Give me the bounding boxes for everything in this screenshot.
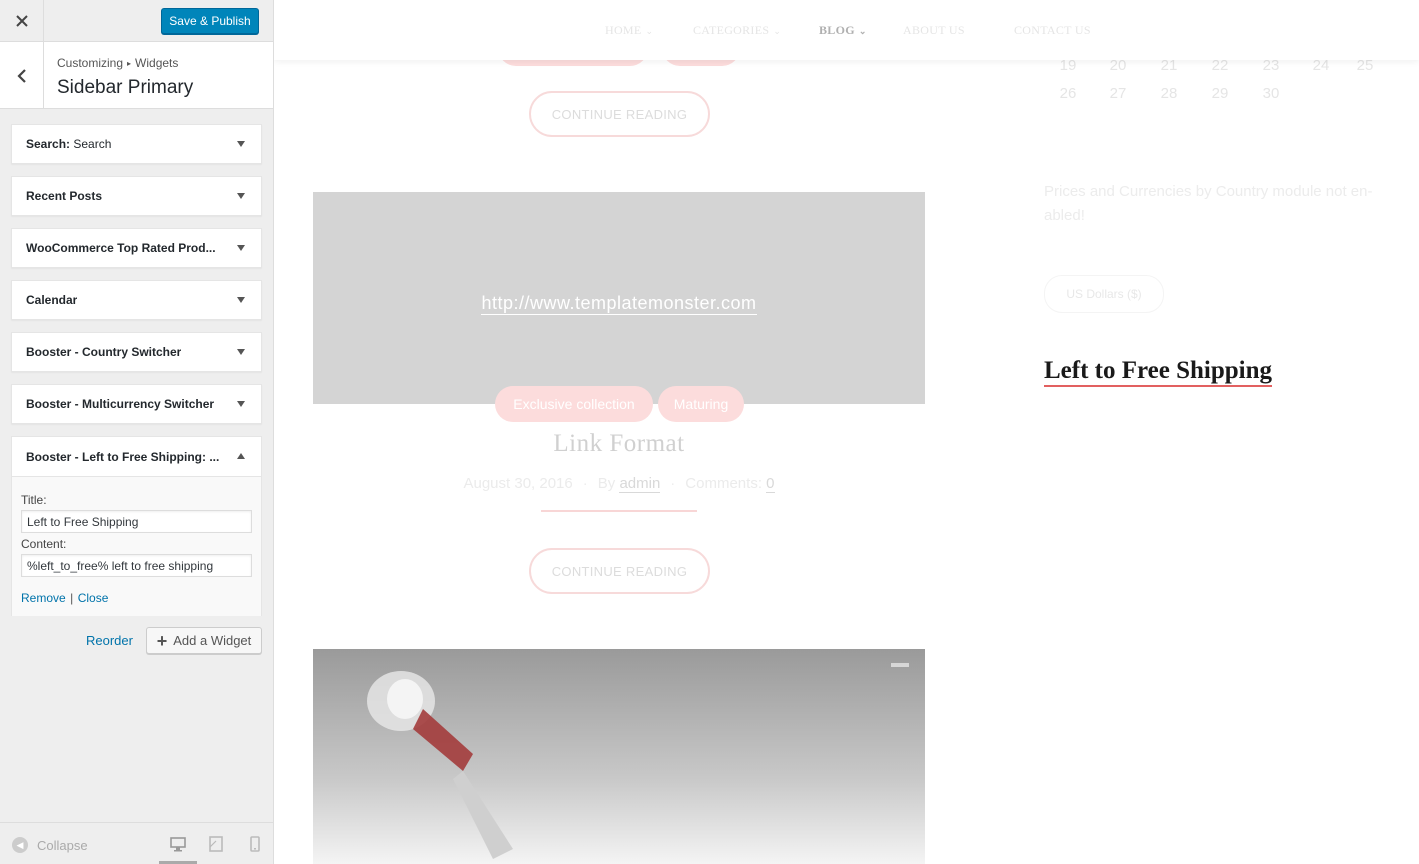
calendar-day[interactable]: 27 (1103, 85, 1133, 102)
plus-icon: + (156, 630, 168, 651)
content-field[interactable] (21, 554, 252, 577)
save-publish-button[interactable]: Save & Publish (161, 8, 259, 34)
link-post-banner: http://www.templatemonster.com (313, 192, 925, 404)
widget-calendar[interactable]: Calendar (11, 280, 262, 320)
collapse-arrow-icon: ◀ (12, 837, 28, 853)
post-meta: August 30, 2016 · By admin · Comments: 0 (463, 475, 775, 493)
post-by: By (597, 475, 616, 492)
customizer-topbar: Save & Publish (0, 0, 273, 42)
back-button[interactable] (0, 42, 44, 109)
arrow-down-icon (237, 297, 245, 303)
mobile-icon[interactable] (246, 835, 264, 853)
link-separator: | (70, 591, 74, 605)
site-preview: HOME ⌄ CATEGORIES ⌄ BLOG ⌄ ABOUT US CONTACT… (274, 0, 1419, 864)
breadcrumb: Customizing ▸ Widgets (57, 56, 178, 70)
remove-link[interactable]: Remove (21, 591, 66, 605)
continue-reading-button[interactable]: CONTINUE READING (529, 548, 710, 594)
arrow-down-icon (237, 349, 245, 355)
close-customizer-button[interactable] (0, 0, 44, 42)
chevron-down-icon: ⌄ (645, 26, 654, 36)
close-icon (15, 15, 28, 27)
arrow-down-icon (237, 401, 245, 407)
currency-select[interactable]: US Dollars ($) (1044, 275, 1164, 313)
title-field-label: Title: (21, 493, 47, 507)
nav-contact-us[interactable]: CONTACT US (1014, 23, 1091, 38)
tag-maturing[interactable]: Maturing (658, 386, 744, 422)
arrow-down-icon (237, 245, 245, 251)
widget-recent-posts[interactable]: Recent Posts (11, 176, 262, 216)
breadcrumb-section: Widgets (135, 56, 179, 70)
widget-left-to-free-shipping: Booster - Left to Free Shipping: ... Tit… (11, 436, 262, 616)
widget-header[interactable]: Booster - Left to Free Shipping: ... (12, 437, 261, 477)
link-url: http://www.templatemonster.com (481, 293, 757, 315)
panel-header: Customizing ▸ Widgets Sidebar Primary (0, 42, 273, 109)
country-switcher-notice: Prices and Currencies by Country module … (1044, 183, 1373, 224)
chevron-left-icon (16, 68, 26, 83)
breadcrumb-separator-icon: ▸ (127, 59, 132, 68)
widget-title: Search: Search (26, 137, 112, 151)
widget-title: Booster - Multicurrency Switcher (26, 397, 215, 411)
widget-links: Remove | Close (21, 589, 108, 607)
panel-title: Sidebar Primary (57, 77, 194, 98)
desktop-icon[interactable] (169, 835, 187, 853)
close-link[interactable]: Close (78, 591, 109, 605)
post-image (313, 649, 925, 864)
add-widget-label: Add a Widget (173, 633, 252, 648)
post-comments-link[interactable]: 0 (766, 475, 775, 493)
post-title[interactable]: Link Format (313, 430, 925, 458)
tag-exclusive-collection[interactable]: Exclusive collection (495, 386, 653, 422)
customizer-footer: ◀ Collapse (0, 822, 273, 864)
widget-title: Recent Posts (26, 189, 103, 203)
nav-about-us[interactable]: ABOUT US (903, 23, 965, 38)
widget-country-switcher[interactable]: Booster - Country Switcher (11, 332, 262, 372)
add-widget-button[interactable]: + Add a Widget (146, 627, 262, 654)
widget-title: Booster - Left to Free Shipping: ... (26, 450, 220, 464)
arrow-down-icon (237, 141, 245, 147)
chevron-down-icon: ⌄ (858, 26, 867, 36)
widget-title: WooCommerce Top Rated Prod... (26, 241, 216, 255)
breadcrumb-root: Customizing (57, 56, 124, 70)
post-date: August 30, 2016 (463, 475, 573, 492)
tablet-icon[interactable] (207, 835, 225, 853)
free-shipping-widget-title: Left to Free Shipping (1044, 357, 1273, 387)
reorder-link[interactable]: Reorder (86, 633, 133, 648)
widget-woocommerce-top-rated[interactable]: WooCommerce Top Rated Prod... (11, 228, 262, 268)
widget-title: Calendar (26, 293, 78, 307)
site-nav: HOME ⌄ CATEGORIES ⌄ BLOG ⌄ ABOUT US CONTACT… (274, 0, 1419, 60)
arrow-down-icon (237, 193, 245, 199)
calendar-day[interactable]: 26 (1053, 85, 1083, 102)
nav-categories[interactable]: CATEGORIES ⌄ (693, 23, 781, 38)
widget-search[interactable]: Search: Search (11, 124, 262, 164)
nav-blog[interactable]: BLOG ⌄ (819, 23, 867, 38)
widget-multicurrency-switcher[interactable]: Booster - Multicurrency Switcher (11, 384, 262, 424)
title-field[interactable] (21, 510, 252, 533)
chevron-down-icon: ⌄ (773, 26, 782, 36)
arrow-up-icon (237, 453, 245, 459)
collapse-button[interactable]: ◀ Collapse (12, 837, 88, 853)
post-author-link[interactable]: admin (619, 475, 661, 493)
widget-title: Booster - Country Switcher (26, 345, 182, 359)
calendar-day[interactable]: 28 (1154, 85, 1184, 102)
divider (541, 510, 697, 512)
product-photo-icon (367, 663, 909, 859)
collapse-label: Collapse (37, 837, 88, 853)
post-comments-label: Comments: (685, 475, 762, 492)
calendar-day[interactable]: 30 (1256, 85, 1286, 102)
continue-reading-button[interactable]: CONTINUE READING (529, 91, 710, 137)
nav-home[interactable]: HOME ⌄ (605, 23, 653, 38)
widget-form: Title: Content: Remove | Close (12, 477, 261, 616)
calendar-day[interactable]: 29 (1205, 85, 1235, 102)
content-field-label: Content: (21, 537, 67, 551)
customizer-sidebar: Save & Publish Customizing ▸ Widgets Sideb… (0, 0, 274, 864)
